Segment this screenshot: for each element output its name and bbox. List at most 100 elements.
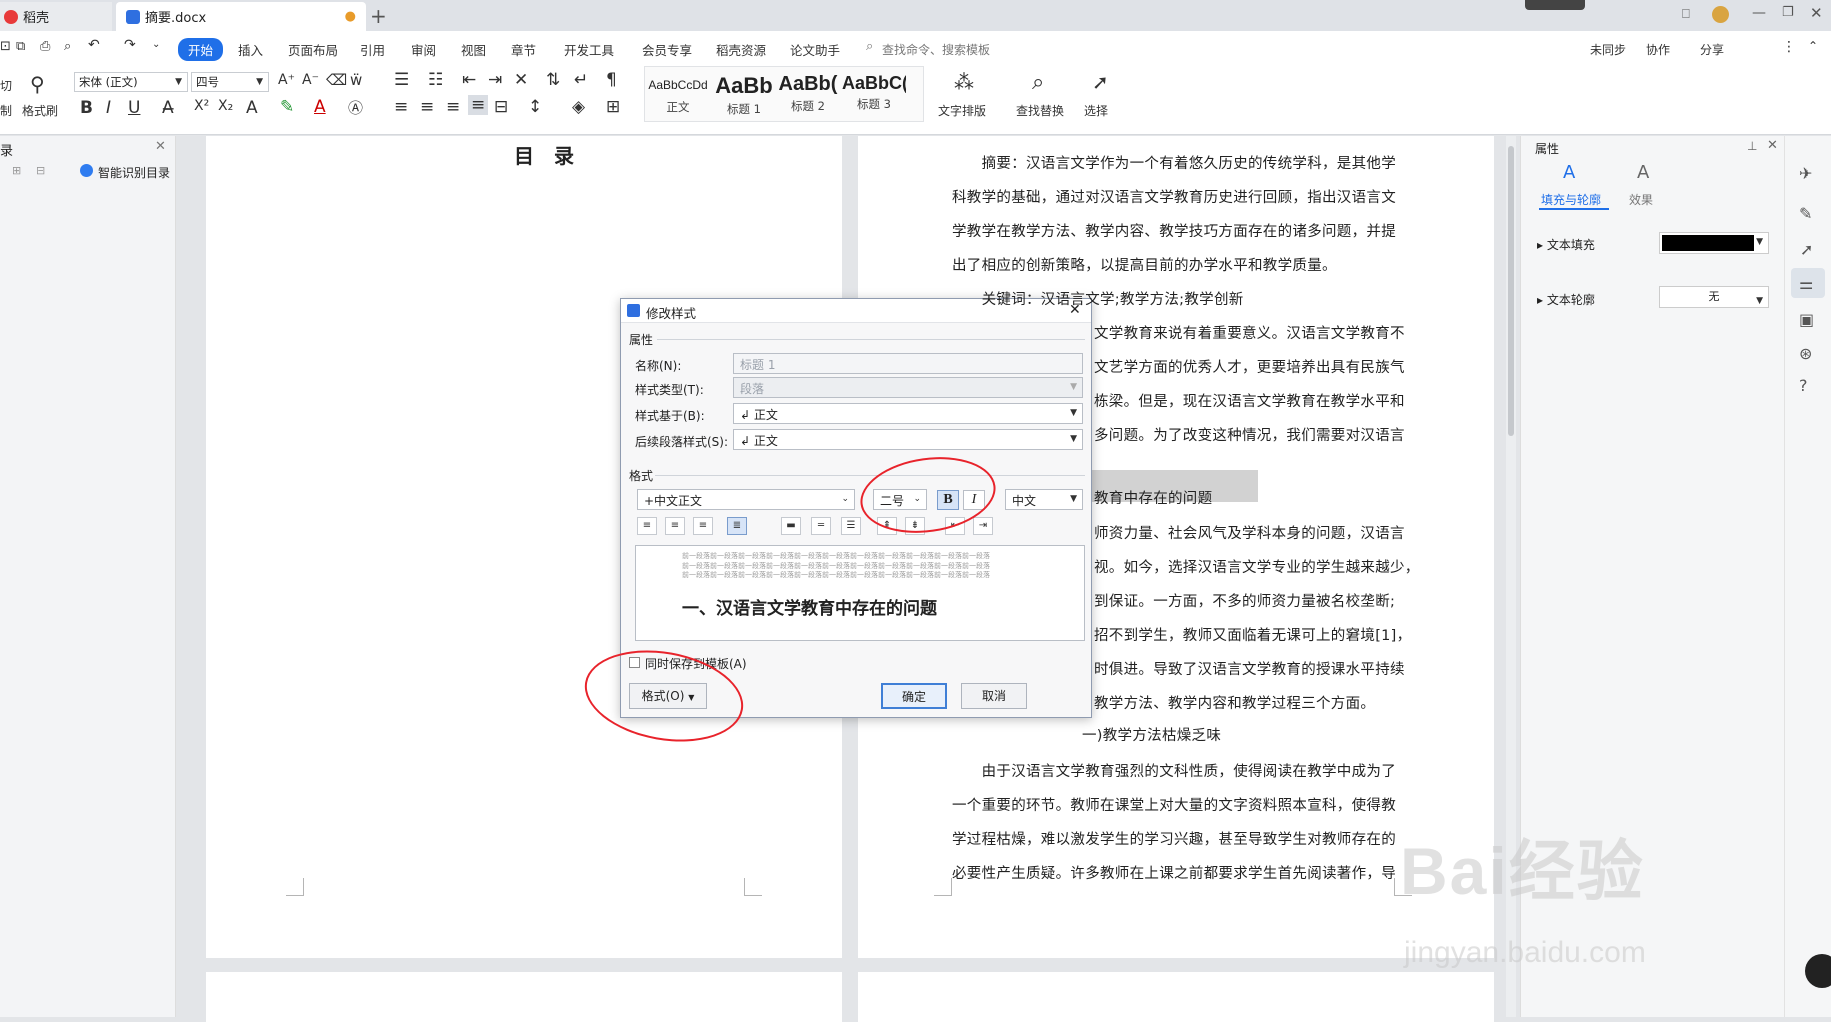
style-heading-2[interactable]: AaBb(标题 2 [776, 73, 840, 114]
help-icon[interactable]: ? [1799, 376, 1808, 395]
map-icon[interactable]: ⊛ [1799, 344, 1812, 363]
tab-fill-outline[interactable]: 填充与轮廓 [1541, 191, 1601, 208]
justify-icon[interactable]: ≡ [468, 95, 489, 115]
minimize-icon[interactable]: — [1752, 5, 1766, 21]
format-brush-button[interactable]: 格式刷 [22, 102, 58, 119]
numbered-list-icon[interactable]: ☷ [428, 70, 443, 90]
quick-access-chevron-icon[interactable]: ⌄ [152, 39, 160, 50]
close-panel-icon[interactable]: ✕ [155, 139, 166, 154]
menu-thesis[interactable]: 论文助手 [790, 40, 840, 59]
menu-chapter[interactable]: 章节 [511, 40, 536, 59]
collab-button[interactable]: 协作 [1646, 41, 1670, 58]
menu-references[interactable]: 引用 [360, 40, 385, 59]
menu-member[interactable]: 会员专享 [642, 40, 692, 59]
cancel-button[interactable]: 取消 [961, 683, 1027, 709]
shading-icon[interactable]: ◈ [572, 97, 585, 117]
edit-icon[interactable]: ✎ [1799, 204, 1812, 223]
close-panel-icon[interactable]: ✕ [1767, 138, 1778, 153]
scroll-thumb[interactable] [1508, 146, 1514, 436]
text-layout-button[interactable]: 文字排版 [938, 102, 986, 119]
borders-icon[interactable]: ⊞ [606, 97, 620, 117]
cut-button[interactable]: 切 [0, 77, 12, 94]
clear-format-icon[interactable]: ⌫ [326, 71, 347, 89]
chinese-layout-icon[interactable]: ✕ [514, 70, 528, 90]
decrease-indent-icon[interactable]: ⇤ [462, 70, 476, 90]
new-doc-icon[interactable]: ⊡ [0, 39, 11, 54]
subscript-icon[interactable]: X₂ [218, 98, 233, 114]
style-normal[interactable]: AaBbCcDd 正文 [646, 73, 710, 115]
copy-button[interactable]: 制 [0, 102, 12, 119]
text-fill-label[interactable]: ▸ 文本填充 [1537, 236, 1595, 253]
superscript-icon[interactable]: X² [194, 98, 209, 114]
properties-icon[interactable]: ⚌ [1799, 274, 1813, 293]
paragraph-mark-icon[interactable]: ¶ [606, 70, 617, 90]
font-size-select[interactable]: 四号 ▼ [191, 72, 269, 92]
char-border-icon[interactable]: Ⓐ [348, 97, 363, 118]
close-window-icon[interactable]: ✕ [1810, 4, 1823, 22]
language-select[interactable]: 中文 ▼ [1005, 489, 1083, 510]
menu-developer[interactable]: 开发工具 [564, 40, 614, 59]
justify-button[interactable]: ≣ [727, 517, 747, 535]
more-icon[interactable]: ⋮ [1782, 39, 1796, 55]
float-button[interactable] [1805, 954, 1831, 988]
undo-icon[interactable]: ↶ [88, 37, 100, 53]
redo-icon[interactable]: ↷ [124, 37, 136, 53]
align-left-icon[interactable]: ≡ [394, 97, 408, 117]
print-icon[interactable]: ⎙ [40, 39, 50, 54]
increase-indent-icon[interactable]: ⇥ [488, 70, 502, 90]
style-heading-3[interactable]: AaBbC(标题 3 [842, 73, 906, 112]
text-outline-label[interactable]: ▸ 文本轮廓 [1537, 291, 1595, 308]
strikethrough-icon[interactable]: A̶ [162, 98, 174, 118]
grow-font-icon[interactable]: A⁺ [278, 72, 295, 88]
menu-page-layout[interactable]: 页面布局 [288, 40, 338, 59]
find-replace-button[interactable]: 查找替换 [1016, 102, 1064, 119]
font-family-select[interactable]: 宋体 (正文) ▼ [74, 72, 188, 92]
align-right-icon[interactable]: ≡ [446, 97, 460, 117]
align-right-button[interactable]: ≡ [693, 517, 713, 535]
bold-icon[interactable]: B [80, 98, 93, 118]
bullet-list-icon[interactable]: ☰ [394, 70, 409, 90]
select-button[interactable]: 选择 [1084, 102, 1108, 119]
command-search[interactable]: 查找命令、搜索模板 [882, 41, 990, 58]
tab-home[interactable]: 稻壳 [0, 2, 112, 31]
menu-start[interactable]: 开始 [178, 38, 224, 61]
shrink-font-icon[interactable]: A⁻ [302, 72, 319, 88]
menu-view[interactable]: 视图 [461, 40, 486, 59]
align-center-button[interactable]: ≡ [665, 517, 685, 535]
cursor-icon[interactable]: ➚ [1800, 240, 1813, 259]
tab-effect[interactable]: 效果 [1629, 191, 1653, 208]
based-on-select[interactable]: ↲ 正文 ▼ [733, 403, 1083, 424]
tab-document[interactable]: 摘要.docx ● [116, 2, 366, 31]
next-style-select[interactable]: ↲ 正文 ▼ [733, 429, 1083, 450]
sort-icon[interactable]: ⇅ [546, 70, 560, 90]
font-color-icon[interactable]: A [314, 97, 326, 117]
sync-status[interactable]: 未同步 [1590, 41, 1626, 58]
pin-icon[interactable]: ⊥ [1747, 139, 1757, 153]
share-button[interactable]: 分享 [1700, 41, 1724, 58]
menu-docer[interactable]: 稻壳资源 [716, 40, 766, 59]
highlight-icon[interactable]: ✎ [280, 97, 294, 117]
smart-toc-button[interactable]: 智能识别目录 [98, 164, 170, 181]
new-tab-icon[interactable]: + [370, 4, 387, 28]
spacing-double-button[interactable]: ☰ [841, 517, 861, 535]
avatar[interactable] [1712, 6, 1729, 23]
align-left-button[interactable]: ≡ [637, 517, 657, 535]
save-icon[interactable]: ⧉ [16, 39, 25, 54]
text-outline-select[interactable]: 无 ▼ [1659, 286, 1769, 308]
collapse-all-icon[interactable]: ⊟ [36, 164, 45, 177]
print-preview-icon[interactable]: ⌕ [64, 39, 71, 54]
style-heading-1[interactable]: AaBb 标题 1 [712, 73, 776, 117]
restore-icon[interactable]: ❐ [1782, 5, 1794, 20]
ok-button[interactable]: 确定 [881, 683, 947, 709]
text-effect-icon[interactable]: A [246, 98, 258, 118]
show-marks-icon[interactable]: ↵ [574, 70, 588, 90]
layout-icon[interactable]: ⎕ [1682, 7, 1690, 22]
menu-review[interactable]: 审阅 [411, 40, 436, 59]
image-icon[interactable]: ▣ [1799, 310, 1814, 329]
name-input[interactable]: 标题 1 [733, 353, 1083, 374]
phonetic-icon[interactable]: ẅ [350, 71, 362, 89]
spacing-single-button[interactable]: ▬ [781, 517, 801, 535]
menu-insert[interactable]: 插入 [238, 40, 263, 59]
expand-all-icon[interactable]: ⊞ [12, 164, 21, 177]
underline-icon[interactable]: U [128, 98, 140, 118]
